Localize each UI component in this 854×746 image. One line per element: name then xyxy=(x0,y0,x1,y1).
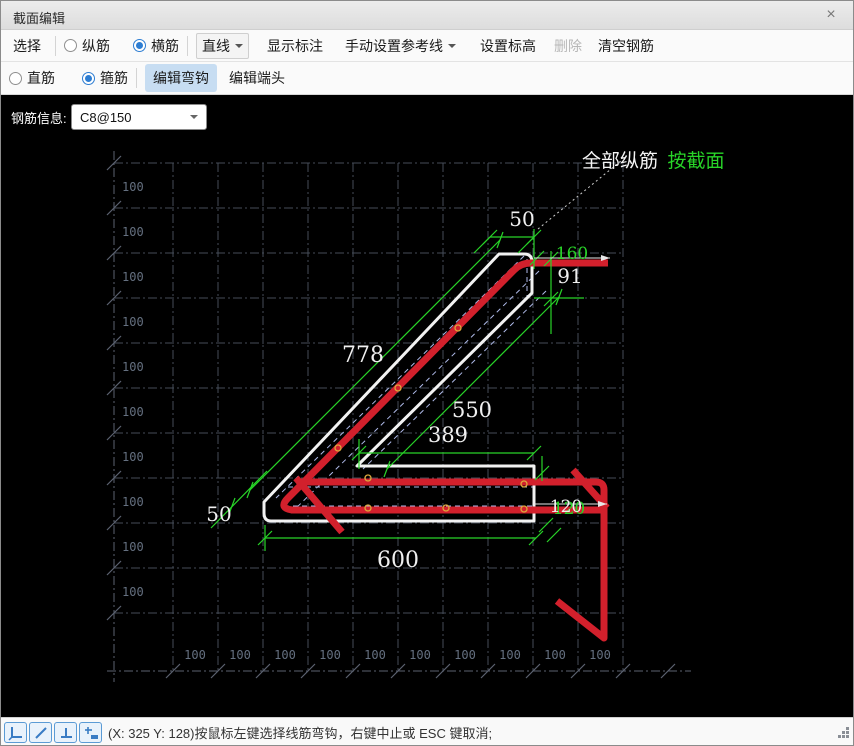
rebar-spec-combobox[interactable]: C8@150 xyxy=(71,104,207,130)
set-elevation-button[interactable]: 设置标高 xyxy=(474,33,542,59)
ruler-label: 100 xyxy=(122,495,144,509)
rebar-info-label: 钢筋信息: xyxy=(11,111,67,126)
status-bar: (X: 325 Y: 128)按鼠标左键选择线筋弯钩，右键中止或 ESC 键取消… xyxy=(1,717,853,745)
perpendicular-icon[interactable] xyxy=(54,722,77,743)
edit-hook-button[interactable]: 编辑弯钩 xyxy=(145,64,217,92)
radio-longitudinal[interactable]: 纵筋 xyxy=(64,36,110,56)
caret-down-icon xyxy=(448,43,456,48)
offset-point-icon[interactable] xyxy=(79,722,102,743)
resize-grip[interactable] xyxy=(837,726,850,744)
rebar-path[interactable] xyxy=(280,259,610,642)
toolbar-rebar-type: 直筋 箍筋 编辑弯钩 编辑端头 xyxy=(1,62,853,95)
label-all-longitudinal[interactable]: 全部纵筋 xyxy=(582,150,658,172)
radio-straight[interactable]: 直筋 xyxy=(9,68,55,88)
ruler-label: 100 xyxy=(364,648,386,662)
radio-transverse-label: 横筋 xyxy=(151,37,179,54)
ruler-label: 100 xyxy=(122,315,144,329)
ruler-label: 100 xyxy=(499,648,521,662)
dim-top-50: 50 xyxy=(509,207,534,231)
section-edit-window: 截面编辑 × 选择 纵筋 横筋 直线 显示标注 手动设置参考线 设置标高 删除 … xyxy=(0,0,854,746)
radio-circle-icon[interactable] xyxy=(64,39,77,52)
title-bar: 截面编辑 × xyxy=(1,1,853,30)
ruler-label: 100 xyxy=(122,180,144,194)
dim-right-91: 91 xyxy=(557,264,582,288)
edit-end-button[interactable]: 编辑端头 xyxy=(223,65,291,91)
line-type-label: 直线 xyxy=(202,37,230,54)
ruler-label: 100 xyxy=(122,270,144,284)
ruler-label: 100 xyxy=(122,585,144,599)
dim-diag-550: 550 xyxy=(452,398,492,422)
radio-stirrup[interactable]: 箍筋 xyxy=(82,68,128,88)
ruler-label: 100 xyxy=(229,648,251,662)
dim-right-120: 120 xyxy=(550,497,582,517)
ruler-label: 100 xyxy=(122,405,144,419)
dim-diag-778: 778 xyxy=(342,343,384,368)
ruler-label: 100 xyxy=(589,648,611,662)
ruler-label: 100 xyxy=(454,648,476,662)
caret-down-icon xyxy=(235,43,243,48)
manual-reference-label: 手动设置参考线 xyxy=(345,37,443,54)
radio-straight-label: 直筋 xyxy=(27,70,55,86)
close-icon[interactable]: × xyxy=(819,5,843,25)
radio-checked-icon[interactable] xyxy=(133,39,146,52)
ruler-label: 100 xyxy=(122,225,144,239)
label-by-section[interactable]: 按截面 xyxy=(667,150,724,172)
ruler-label: 100 xyxy=(122,540,144,554)
diagonal-line-icon[interactable] xyxy=(29,722,52,743)
separator xyxy=(55,35,56,56)
ruler-label: 100 xyxy=(409,648,431,662)
dim-left-50: 50 xyxy=(206,502,231,526)
radio-circle-icon[interactable] xyxy=(9,71,22,85)
axis-corner-icon[interactable] xyxy=(4,722,27,743)
line-type-dropdown[interactable]: 直线 xyxy=(196,32,249,59)
cad-canvas[interactable]: 100 100 100 100 100 100 100 100 100 100 100 100 100 1… xyxy=(1,95,854,717)
dim-green-160: 160 xyxy=(556,244,588,264)
rebar-spec-value: C8@150 xyxy=(80,109,132,125)
caret-down-icon xyxy=(190,115,198,119)
clear-rebar-button[interactable]: 清空钢筋 xyxy=(592,33,660,59)
manual-reference-dropdown[interactable]: 手动设置参考线 xyxy=(339,33,462,59)
ruler-label: 100 xyxy=(122,450,144,464)
toolbar-main: 选择 纵筋 横筋 直线 显示标注 手动设置参考线 设置标高 删除 清空钢筋 xyxy=(1,30,853,62)
ruler-label: 100 xyxy=(319,648,341,662)
radio-longitudinal-label: 纵筋 xyxy=(82,37,110,54)
drawing-area[interactable]: 100 100 100 100 100 100 100 100 100 100 100 100 100 1… xyxy=(1,95,853,717)
select-button[interactable]: 选择 xyxy=(7,33,47,59)
delete-button[interactable]: 删除 xyxy=(548,33,588,59)
ruler-label: 100 xyxy=(122,360,144,374)
radio-checked-icon[interactable] xyxy=(82,71,95,85)
show-annotation-button[interactable]: 显示标注 xyxy=(261,33,329,59)
ruler-label: 100 xyxy=(544,648,566,662)
ruler-label: 100 xyxy=(274,648,296,662)
window-title: 截面编辑 xyxy=(13,11,66,26)
radio-transverse[interactable]: 横筋 xyxy=(133,36,179,56)
reference-dashed-lines xyxy=(275,255,547,514)
separator xyxy=(187,35,188,56)
dim-mid-389: 389 xyxy=(428,423,468,447)
radio-stirrup-label: 箍筋 xyxy=(100,70,128,86)
ruler-label: 100 xyxy=(184,648,206,662)
status-message: (X: 325 Y: 128)按鼠标左键选择线筋弯钩，右键中止或 ESC 键取消… xyxy=(108,726,493,741)
separator xyxy=(136,68,137,88)
dim-bottom-600: 600 xyxy=(377,548,419,573)
